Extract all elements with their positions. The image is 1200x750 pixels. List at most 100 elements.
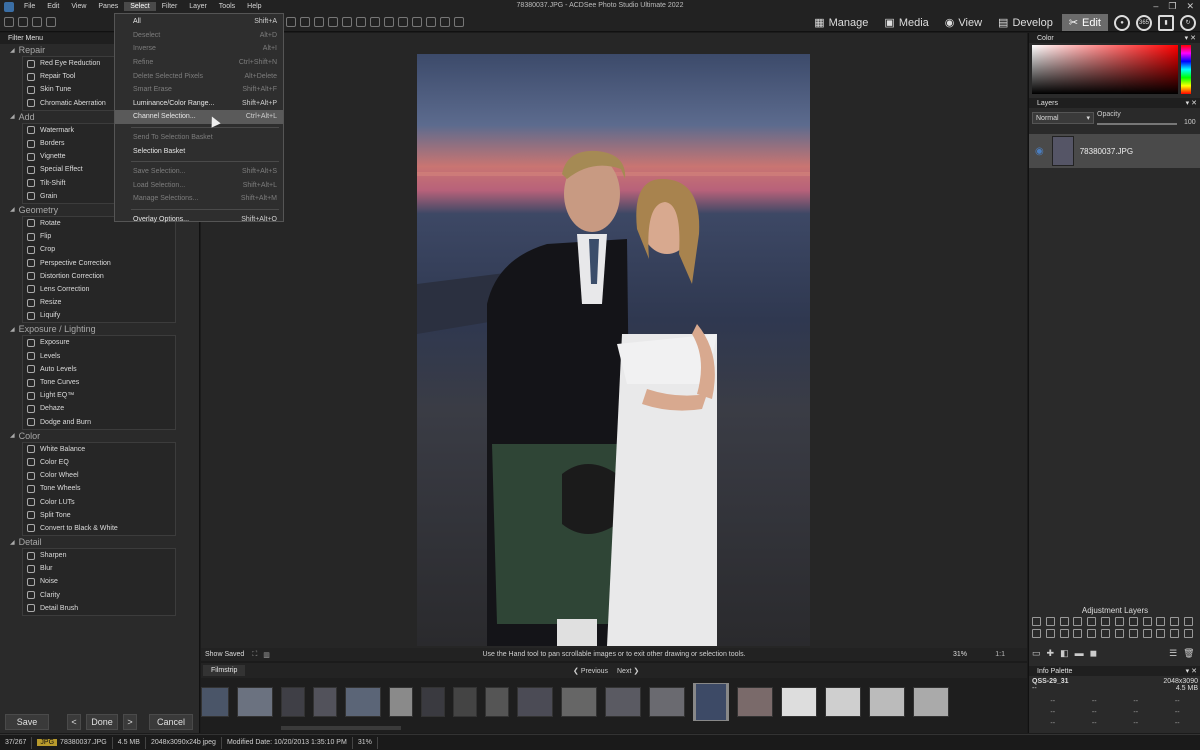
filmstrip-thumbnail[interactable] <box>313 687 337 717</box>
menu-tools[interactable]: Tools <box>213 2 241 11</box>
filter-item-sharpen[interactable]: Sharpen <box>23 549 175 562</box>
filmstrip-thumbnail[interactable] <box>421 687 445 717</box>
filmstrip-thumbnail[interactable] <box>649 687 685 717</box>
add-icon[interactable]: ✚ <box>1047 648 1055 659</box>
text-tool-icon[interactable] <box>356 17 366 27</box>
play-tool-icon[interactable] <box>440 17 450 27</box>
cancel-button[interactable]: Cancel <box>149 714 193 730</box>
filter-item-split-tone[interactable]: Split Tone <box>23 509 175 522</box>
filter-item-crop[interactable]: Crop <box>23 243 175 256</box>
menu-icon[interactable]: ☰ <box>1169 648 1177 659</box>
fill-tool-icon[interactable] <box>384 17 394 27</box>
pen-tool-icon[interactable] <box>286 17 296 27</box>
done-button[interactable]: Done <box>86 714 118 730</box>
pin-icon[interactable]: ▾ ✕ <box>1186 667 1197 675</box>
pin-icon[interactable]: ▾ ✕ <box>1186 99 1197 107</box>
menu-select[interactable]: Select <box>124 2 156 11</box>
record-tool-icon[interactable] <box>426 17 436 27</box>
adjustment-layer-icon[interactable] <box>1059 629 1069 638</box>
collapse-triangle-icon[interactable]: ◢ <box>10 432 15 439</box>
mode-view[interactable]: ◉ View <box>938 14 989 31</box>
back-arrow-icon[interactable]: < <box>67 714 81 730</box>
actual-size-button[interactable]: 1:1 <box>995 651 1005 658</box>
adjustment-layer-icon[interactable] <box>1142 629 1152 638</box>
filter-item-dodge-and-burn[interactable]: Dodge and Burn <box>23 416 175 429</box>
image-canvas[interactable] <box>201 33 1027 648</box>
menu-item-delete-selected-pixels[interactable]: Delete Selected Pixels Alt+Delete <box>115 69 283 83</box>
eye-tool-icon[interactable] <box>398 17 408 27</box>
menu-item-deselect[interactable]: Deselect Alt+D <box>115 29 283 43</box>
mode-media[interactable]: ▣ Media <box>877 14 935 31</box>
trash-icon[interactable]: 🗑 <box>1183 648 1194 659</box>
next-button[interactable]: Next ❯ <box>617 667 639 675</box>
frame-tool-icon[interactable] <box>412 17 422 27</box>
camera-icon[interactable]: ◼ <box>1090 648 1097 659</box>
menu-item-manage-selections[interactable]: Manage Selections... Shift+Alt+M <box>115 192 283 206</box>
menu-layer[interactable]: Layer <box>183 2 213 11</box>
people-icon[interactable]: ● <box>1114 14 1130 31</box>
collapse-triangle-icon[interactable]: ◢ <box>10 206 15 213</box>
adjustment-layer-icon[interactable] <box>1156 617 1166 626</box>
hand-tool-icon[interactable] <box>32 17 42 27</box>
adjustment-layer-icon[interactable] <box>1170 617 1180 626</box>
adjustment-layer-icon[interactable] <box>1101 617 1111 626</box>
adjustment-layer-icon[interactable] <box>1170 629 1180 638</box>
color-picker-field[interactable] <box>1032 45 1178 94</box>
filter-item-convert-to-black-white[interactable]: Convert to Black & White <box>23 522 175 535</box>
minimize-icon[interactable]: – <box>1153 1 1158 12</box>
brush-tool-icon[interactable] <box>46 17 56 27</box>
adjustment-layer-icon[interactable] <box>1184 617 1194 626</box>
menu-item-smart-erase[interactable]: Smart Erase Shift+Alt+F <box>115 83 283 97</box>
adjustment-layer-icon[interactable] <box>1184 629 1194 638</box>
filmstrip-thumbnail[interactable] <box>201 687 229 717</box>
copy-tool-icon[interactable] <box>454 17 464 27</box>
folder-icon[interactable]: ▬ <box>1075 648 1084 659</box>
dashboard-icon[interactable]: ▮ <box>1158 14 1174 31</box>
layer-row[interactable]: ◉ 78380037.JPG <box>1029 134 1200 168</box>
hue-slider[interactable] <box>1181 45 1191 94</box>
filmstrip-thumbnail[interactable] <box>825 687 861 717</box>
filmstrip-thumbnail[interactable] <box>605 687 641 717</box>
view-360-icon[interactable]: 365 <box>1136 14 1152 31</box>
filter-item-color-wheel[interactable]: Color Wheel <box>23 469 175 482</box>
save-button[interactable]: Save <box>5 714 49 730</box>
adjustment-layer-icon[interactable] <box>1114 617 1124 626</box>
zoom-tool-icon[interactable] <box>328 17 338 27</box>
maximize-icon[interactable]: ❐ <box>1168 1 1176 12</box>
forward-arrow-icon[interactable]: > <box>123 714 137 730</box>
menu-item-overlay-options[interactable]: Overlay Options... Shift+Alt+O <box>115 213 283 227</box>
menu-item-luminance-color-range[interactable]: Luminance/Color Range... Shift+Alt+P <box>115 97 283 111</box>
filmstrip-thumbnail[interactable] <box>561 687 597 717</box>
adjustment-layer-icon[interactable] <box>1032 629 1041 638</box>
menu-panes[interactable]: Panes <box>92 2 124 11</box>
filter-group-title[interactable]: ◢ Color <box>10 430 199 442</box>
menu-file[interactable]: File <box>18 2 41 11</box>
previous-button[interactable]: ❮ Previous <box>573 667 608 675</box>
adjustment-layer-icon[interactable] <box>1045 629 1055 638</box>
filmstrip-thumbnail[interactable] <box>389 687 413 717</box>
filmstrip-thumbnail[interactable] <box>345 687 381 717</box>
sync-icon[interactable]: ↻ <box>1180 14 1196 31</box>
menu-item-channel-selection[interactable]: Channel Selection... Ctrl+Alt+L <box>115 110 283 124</box>
filmstrip-scrollbar[interactable] <box>281 726 401 730</box>
filter-item-levels[interactable]: Levels <box>23 350 175 363</box>
mode-edit[interactable]: ✂ Edit <box>1061 14 1108 31</box>
light-tool-icon[interactable] <box>370 17 380 27</box>
adjustment-layer-icon[interactable] <box>1114 629 1124 638</box>
menu-item-save-selection[interactable]: Save Selection... Shift+Alt+S <box>115 165 283 179</box>
opacity-slider[interactable] <box>1097 123 1177 125</box>
filter-item-flip[interactable]: Flip <box>23 230 175 243</box>
filmstrip-thumbnail[interactable] <box>453 687 477 717</box>
adjustment-layer-icon[interactable] <box>1059 617 1069 626</box>
filter-item-lens-correction[interactable]: Lens Correction <box>23 283 175 296</box>
zoom-level[interactable]: 31% <box>953 651 967 658</box>
adjustment-layer-icon[interactable] <box>1087 629 1097 638</box>
save-tool-icon[interactable] <box>4 17 14 27</box>
filmstrip-thumbnail[interactable] <box>781 687 817 717</box>
filter-item-tone-wheels[interactable]: Tone Wheels <box>23 482 175 495</box>
menu-item-all[interactable]: All Shift+A <box>115 15 283 29</box>
collapse-triangle-icon[interactable]: ◢ <box>10 539 15 546</box>
filter-item-light-eq[interactable]: Light EQ™ <box>23 389 175 402</box>
filmstrip-tab[interactable]: Filmstrip <box>203 665 246 676</box>
filmstrip-thumbnail[interactable] <box>869 687 905 717</box>
